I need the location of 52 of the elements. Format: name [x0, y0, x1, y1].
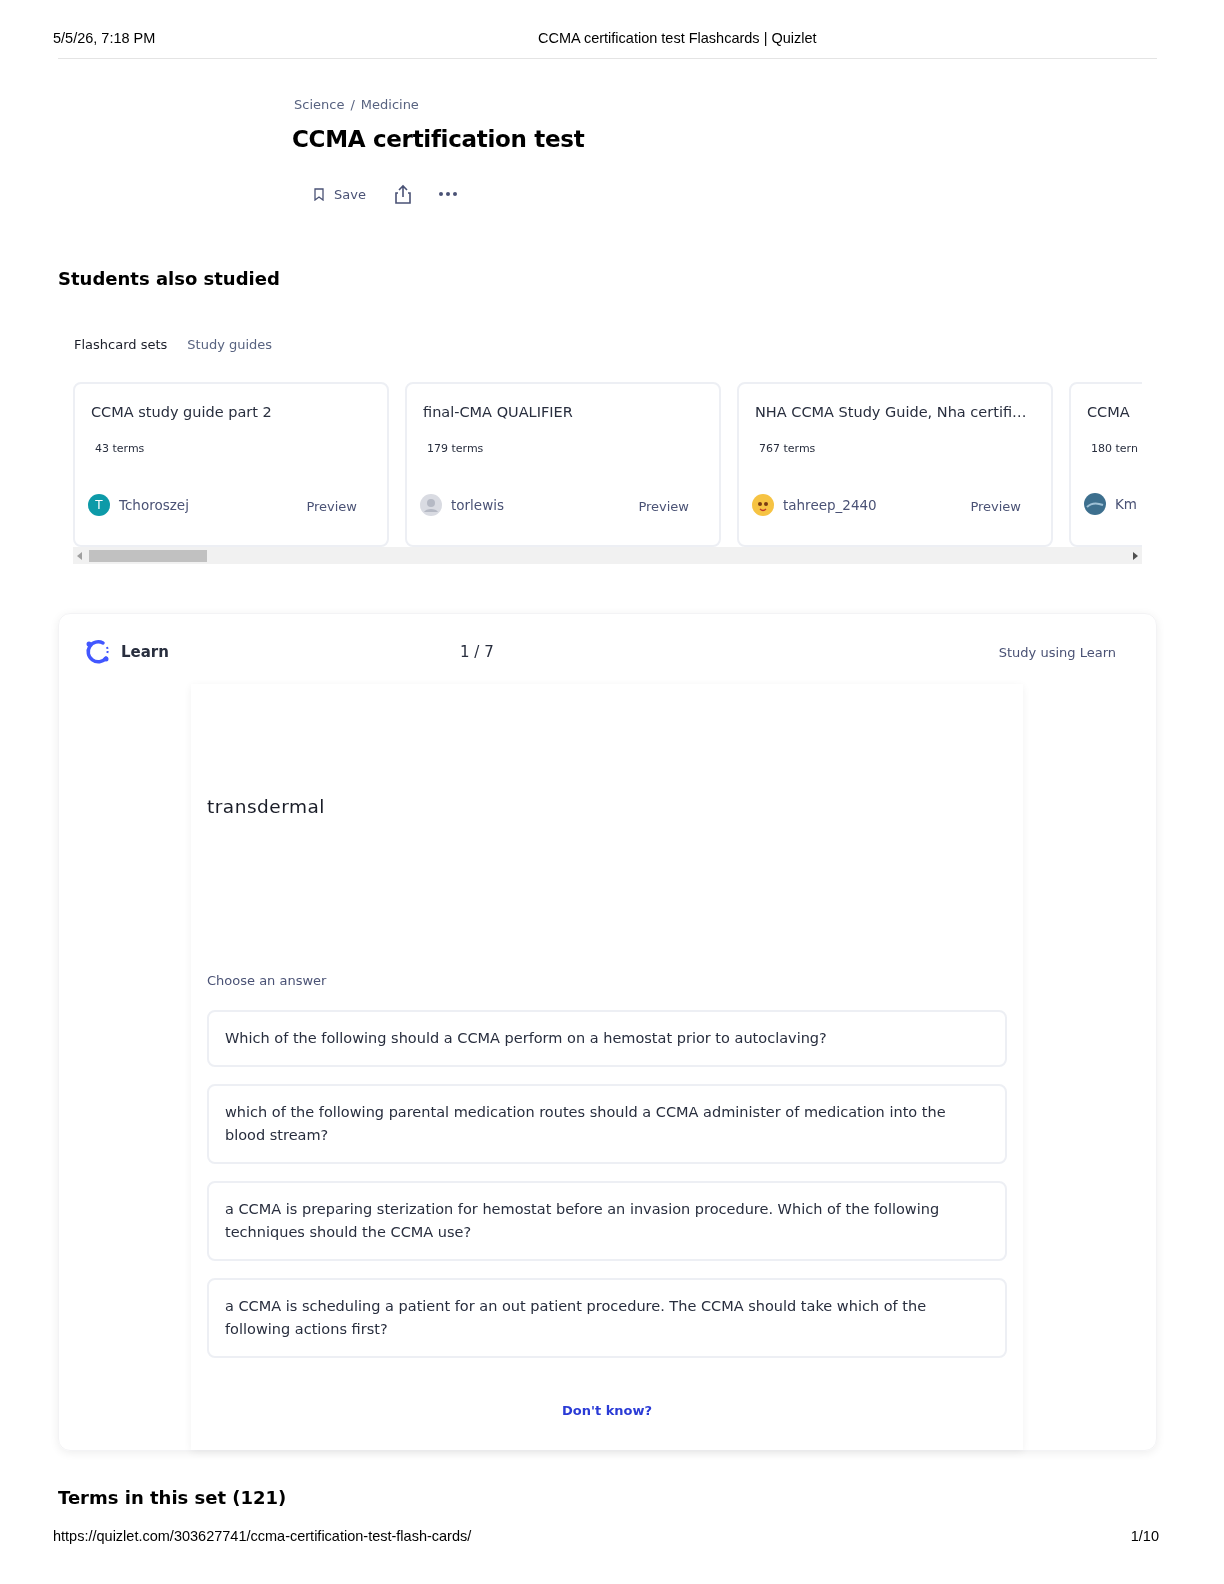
more-icon — [437, 191, 458, 197]
share-icon — [393, 184, 412, 204]
set-card[interactable]: final-CMA QUALIFIER 179 terms torlewis Preview — [405, 382, 721, 547]
avatar-icon — [420, 493, 442, 516]
progress-counter: 1 / 7 — [460, 643, 495, 661]
bookmark-icon — [314, 187, 324, 201]
scroll-right-icon — [1132, 551, 1138, 560]
print-url: https://quizlet.com/303627741/ccma-certification-test-flash-cards/ — [53, 1528, 472, 1544]
dont-know-button[interactable]: Don't know? — [555, 1402, 659, 1419]
breadcrumb-link[interactable]: Medicine — [360, 97, 419, 112]
scroll-left-icon — [77, 551, 83, 560]
card-title: CCMA — [1087, 404, 1131, 420]
card-title: CCMA study guide part 2 — [91, 404, 273, 420]
answer-option[interactable]: which of the following parental medication routes should a CCMA administer of medication into the blood stream? — [207, 1084, 1007, 1164]
set-card[interactable]: NHA CCMA Study Guide, Nha certifi… 767 terms tahreep_2440 Preview — [737, 382, 1053, 547]
avatar-icon — [752, 493, 774, 516]
author-name[interactable]: Km — [1115, 496, 1137, 512]
scrollbar-thumb[interactable] — [89, 549, 207, 562]
author-name[interactable]: tahreep_2440 — [783, 496, 877, 513]
term-count: 180 tern — [1091, 442, 1139, 455]
author-name[interactable]: Tchoroszej — [119, 496, 189, 513]
section-heading: Terms in this set (121) — [58, 1487, 288, 1508]
breadcrumb-link[interactable]: Science — [294, 97, 345, 112]
answer-option[interactable]: a CCMA is preparing sterization for hemostat before an invasion procedure. Which of the following techniques should the CCMA use? — [207, 1181, 1007, 1261]
answer-option[interactable]: Which of the following should a CCMA perform on a hemostat prior to autoclaving? — [207, 1010, 1007, 1067]
preview-button[interactable]: Preview — [970, 497, 1021, 516]
section-heading: Students also studied — [58, 268, 281, 289]
preview-button[interactable]: Preview — [638, 497, 689, 516]
term-count: 43 terms — [95, 442, 146, 455]
term-count: 767 terms — [759, 442, 817, 455]
avatar: T — [88, 493, 110, 516]
answer-option[interactable]: a CCMA is scheduling a patient for an out patient procedure. The CCMA should take which of the following actions first? — [207, 1278, 1007, 1358]
study-using-learn-link[interactable]: Study using Learn — [998, 644, 1116, 660]
prompt-text: Choose an answer — [207, 973, 328, 988]
print-date: 5/5/26, 7:18 PM — [53, 30, 157, 46]
tab[interactable]: Flashcard sets — [70, 333, 172, 356]
tab[interactable]: Study guides — [183, 333, 277, 356]
learn-label: Learn — [121, 643, 169, 661]
learn-icon — [83, 638, 111, 666]
breadcrumb-separator: / — [350, 97, 355, 112]
page-number: 1/10 — [1130, 1528, 1159, 1544]
save-button[interactable]: Save — [308, 182, 372, 206]
print-title: CCMA certification test Flashcards | Quizlet — [538, 30, 817, 46]
horizontal-scrollbar[interactable] — [73, 547, 1142, 564]
author-name[interactable]: torlewis — [451, 496, 504, 513]
avatar-icon — [1084, 493, 1106, 515]
term-count: 179 terms — [427, 442, 485, 455]
preview-button[interactable]: Preview — [306, 497, 357, 516]
card-title: final-CMA QUALIFIER — [423, 404, 574, 420]
term-text: transdermal — [207, 796, 326, 817]
set-title: CCMA certification test — [292, 126, 586, 152]
card-title: NHA CCMA Study Guide, Nha certifi… — [755, 404, 1028, 420]
